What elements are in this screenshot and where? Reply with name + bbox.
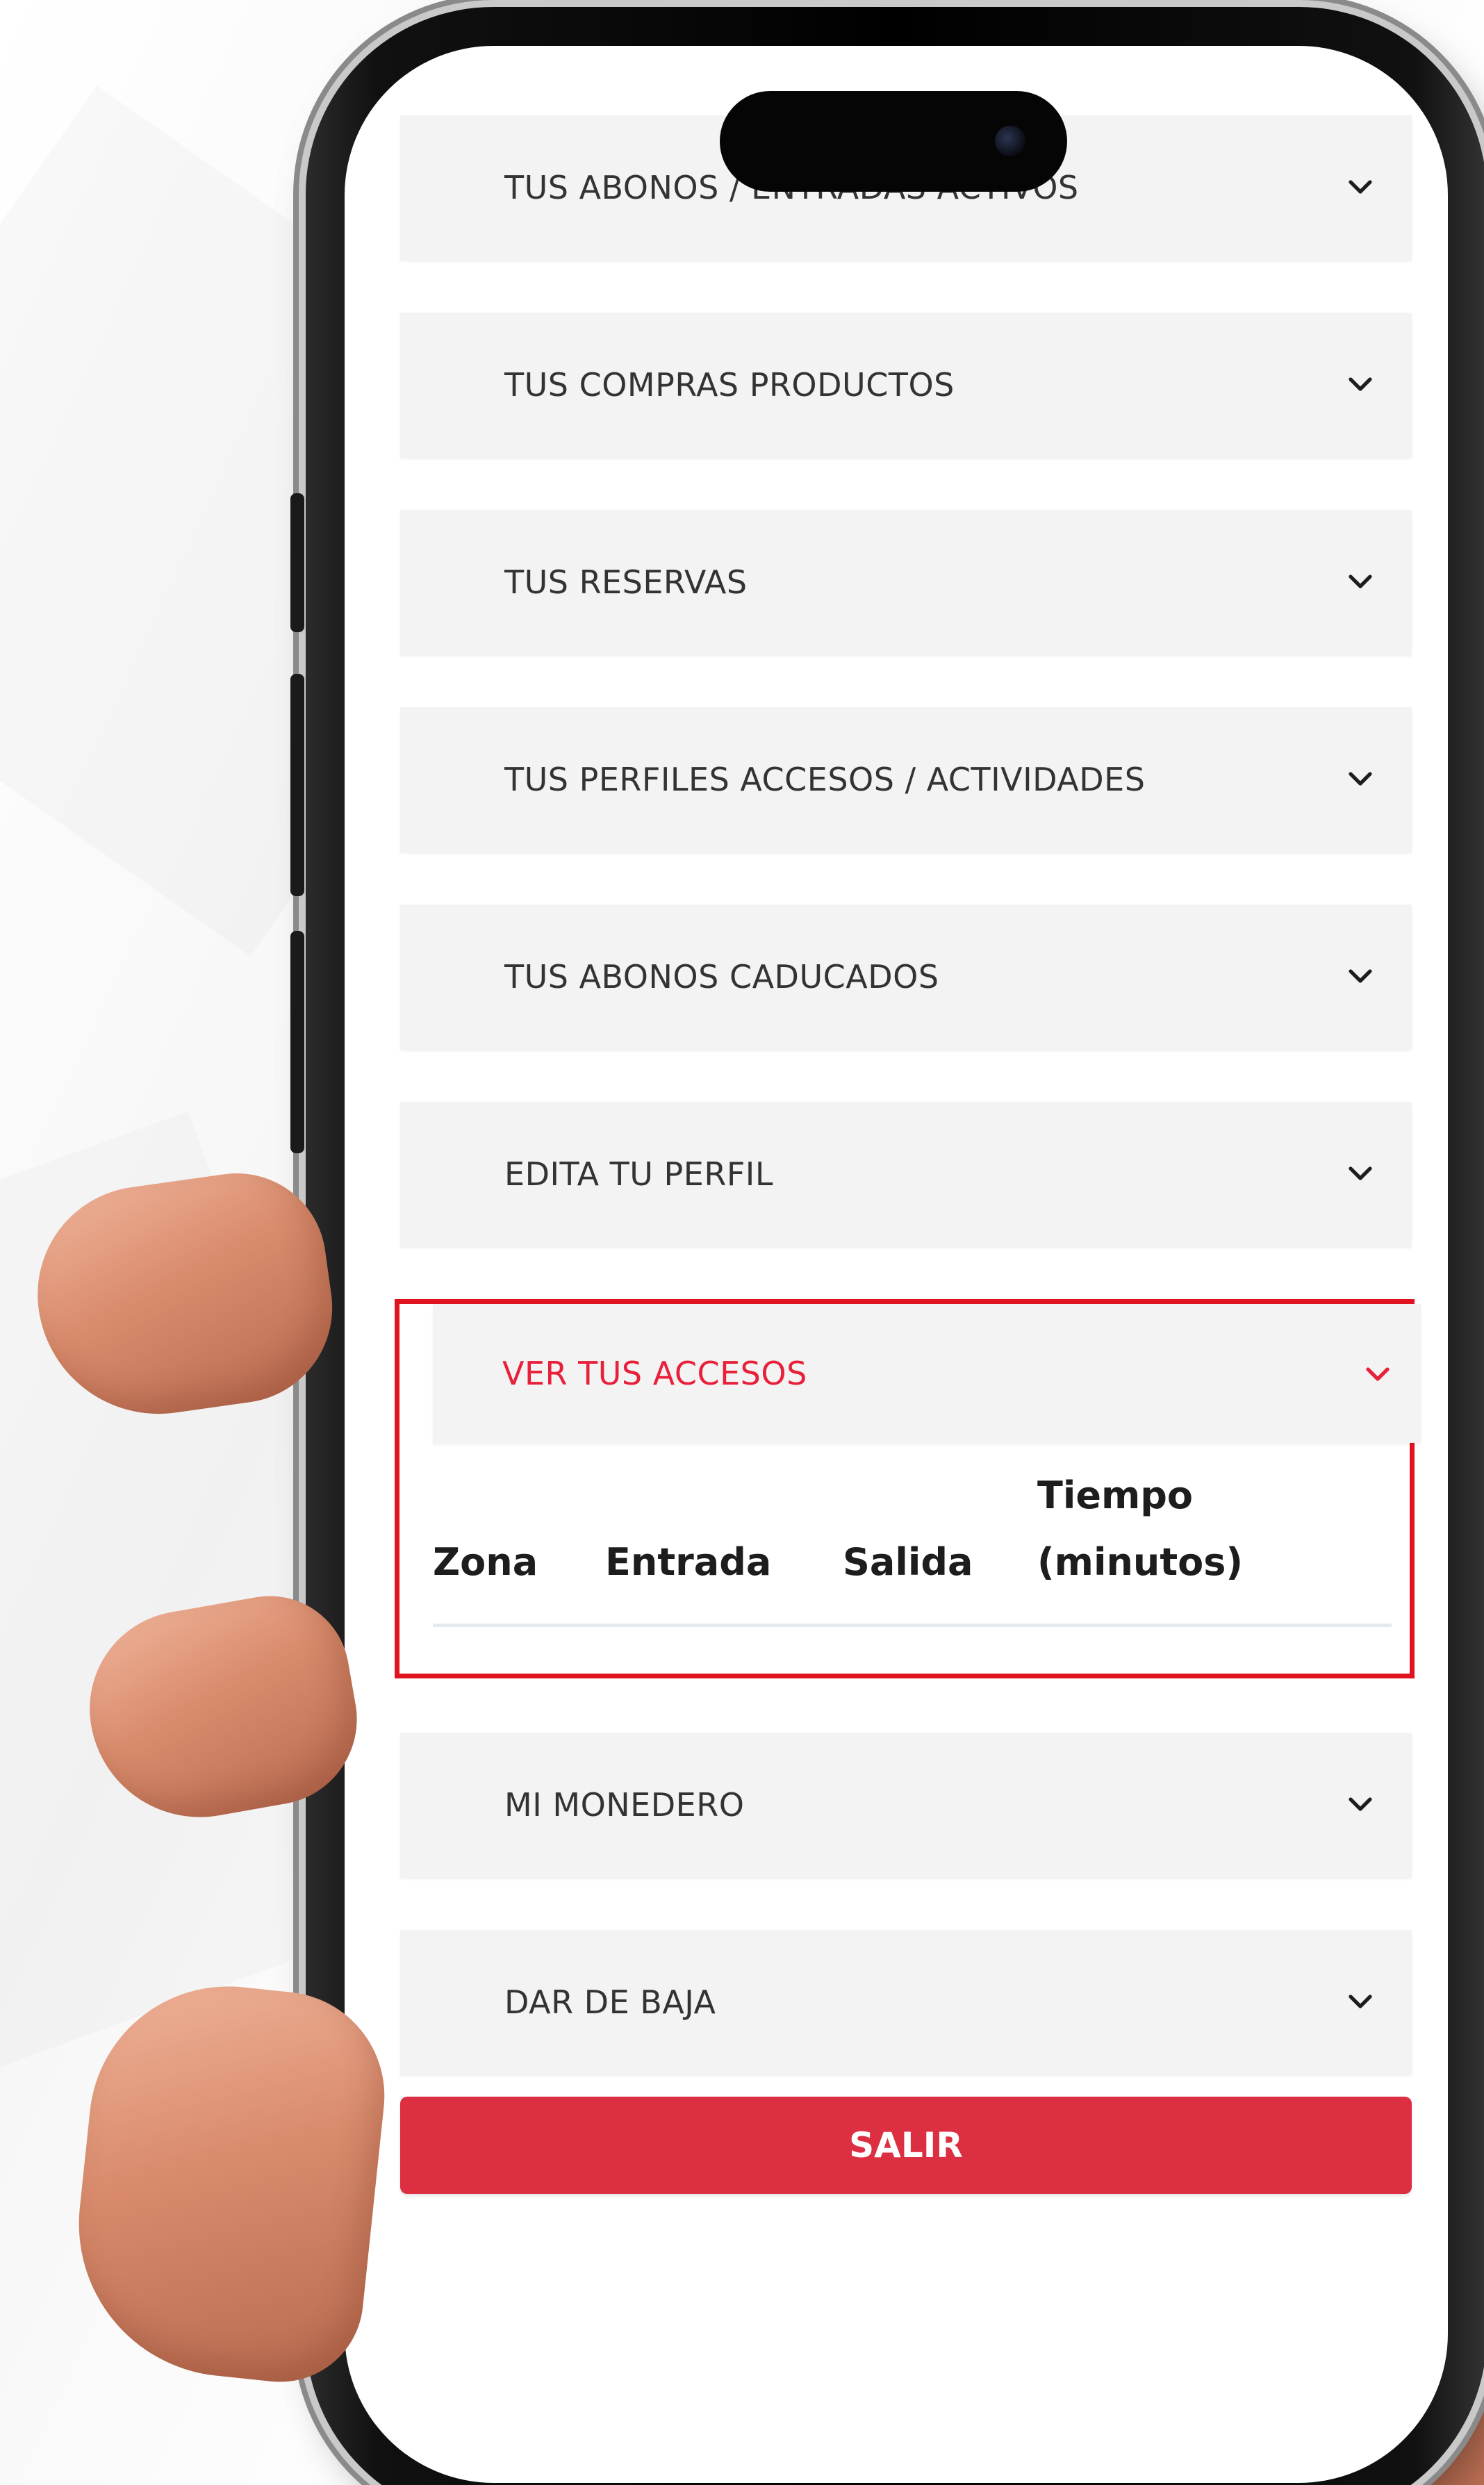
section-tus-abonos-caducados[interactable]: TUS ABONOS CADUCADOS (400, 905, 1412, 1049)
chevron-down-icon (1349, 1995, 1372, 2008)
phone-device: TUS ABONOS / ENTRADAS ACTIVOS TUS COMPRA… (290, 7, 1484, 2485)
chevron-down-icon (1349, 1797, 1372, 1811)
section-tus-compras-productos[interactable]: TUS COMPRAS PRODUCTOS (400, 313, 1412, 457)
chevron-down-icon (1349, 969, 1372, 983)
chevron-down-icon (1349, 1166, 1372, 1180)
table-header-entrada: Entrada (605, 1540, 772, 1584)
section-label: DAR DE BAJA (504, 1983, 716, 2021)
logout-button[interactable]: SALIR (400, 2097, 1412, 2194)
dynamic-island (720, 91, 1067, 192)
chevron-down-icon (1349, 180, 1372, 194)
section-mi-monedero[interactable]: MI MONEDERO (400, 1733, 1412, 1877)
table-header-salida: Salida (843, 1540, 973, 1584)
highlight-frame: VER TUS ACCESOS Zona Entrada Salida Tiem… (395, 1299, 1421, 1678)
section-label: TUS RESERVAS (504, 563, 748, 601)
section-tus-perfiles-accesos-actividades[interactable]: TUS PERFILES ACCESOS / ACTIVIDADES (400, 707, 1412, 852)
phone-action-button (290, 493, 304, 632)
section-edita-tu-perfil[interactable]: EDITA TU PERFIL (400, 1102, 1412, 1246)
section-label: TUS PERFILES ACCESOS / ACTIVIDADES (504, 761, 1146, 798)
section-label: MI MONEDERO (504, 1786, 745, 1824)
phone-volume-up-button (290, 674, 304, 896)
table-header-zona: Zona (433, 1540, 538, 1584)
chevron-down-icon (1349, 575, 1372, 588)
section-label: TUS COMPRAS PRODUCTOS (504, 366, 955, 404)
chevron-down-icon (1349, 377, 1372, 391)
chevron-down-icon (1349, 772, 1372, 786)
phone-volume-down-button (290, 931, 304, 1153)
camera-lens-icon (995, 126, 1025, 156)
accesses-table: Zona Entrada Salida Tiempo (minutos) (433, 1450, 1392, 1627)
hand-thumb (63, 1972, 395, 2391)
marketing-scene: TUS ABONOS / ENTRADAS ACTIVOS TUS COMPRA… (0, 0, 1484, 2485)
chevron-down-icon (1366, 1367, 1390, 1381)
section-label: EDITA TU PERFIL (504, 1155, 773, 1193)
section-dar-de-baja[interactable]: DAR DE BAJA (400, 1930, 1412, 2074)
section-label: TUS ABONOS CADUCADOS (504, 958, 939, 996)
phone-screen: TUS ABONOS / ENTRADAS ACTIVOS TUS COMPRA… (345, 46, 1448, 2483)
section-tus-reservas[interactable]: TUS RESERVAS (400, 510, 1412, 654)
section-ver-tus-accesos[interactable]: VER TUS ACCESOS (433, 1304, 1421, 1443)
account-menu: TUS ABONOS / ENTRADAS ACTIVOS TUS COMPRA… (395, 115, 1421, 2194)
table-header-tiempo: Tiempo (minutos) (1037, 1473, 1244, 1584)
section-label: VER TUS ACCESOS (502, 1355, 807, 1392)
